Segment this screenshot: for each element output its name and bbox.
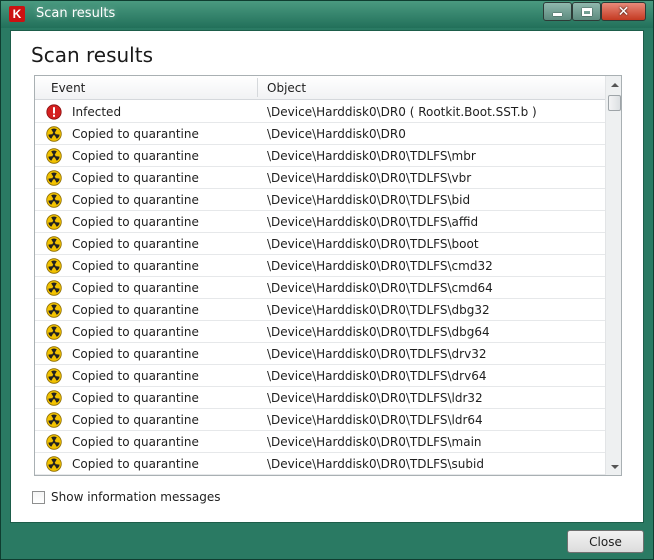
table-body: Infected \Device\Harddisk0\DR0 ( Rootkit.…: [35, 101, 605, 475]
object-cell: \Device\Harddisk0\DR0\TDLFS\affid: [267, 215, 479, 229]
object-cell: \Device\Harddisk0\DR0\TDLFS\mbr: [267, 149, 476, 163]
event-cell: Copied to quarantine: [72, 149, 199, 163]
table-row[interactable]: Copied to quarantine \Device\Harddisk0\DR…: [35, 431, 605, 453]
table-row[interactable]: Copied to quarantine \Device\Harddisk0\DR…: [35, 233, 605, 255]
infected-icon: [46, 104, 62, 120]
event-cell: Copied to quarantine: [72, 413, 199, 427]
quarantine-icon: [46, 280, 62, 296]
quarantine-icon: [46, 236, 62, 252]
table-row[interactable]: Copied to quarantine \Device\Harddisk0\DR…: [35, 123, 605, 145]
page-title: Scan results: [31, 43, 153, 67]
object-cell: \Device\Harddisk0\DR0\TDLFS\cmd64: [267, 281, 493, 295]
event-cell: Copied to quarantine: [72, 215, 199, 229]
column-header-object[interactable]: Object: [267, 81, 306, 95]
table-row[interactable]: Infected \Device\Harddisk0\DR0 ( Rootkit.…: [35, 101, 605, 123]
kaspersky-app-icon: K: [9, 6, 25, 22]
quarantine-icon: [46, 346, 62, 362]
object-cell: \Device\Harddisk0\DR0\TDLFS\subid: [267, 457, 484, 471]
table-row[interactable]: Copied to quarantine \Device\Harddisk0\DR…: [35, 255, 605, 277]
object-cell: \Device\Harddisk0\DR0 ( Rootkit.Boot.SST…: [267, 105, 537, 119]
object-cell: \Device\Harddisk0\DR0\TDLFS\drv64: [267, 369, 487, 383]
quarantine-icon: [46, 192, 62, 208]
show-info-label[interactable]: Show information messages: [51, 490, 220, 504]
quarantine-icon: [46, 302, 62, 318]
maximize-button[interactable]: [572, 2, 601, 21]
table-row[interactable]: Copied to quarantine \Device\Harddisk0\DR…: [35, 211, 605, 233]
close-button[interactable]: Close: [567, 530, 644, 553]
event-cell: Copied to quarantine: [72, 193, 199, 207]
quarantine-icon: [46, 412, 62, 428]
event-cell: Copied to quarantine: [72, 435, 199, 449]
quarantine-icon: [46, 258, 62, 274]
scrollbar-thumb[interactable]: [608, 95, 621, 111]
table-row[interactable]: Copied to quarantine \Device\Harddisk0\DR…: [35, 321, 605, 343]
table-row[interactable]: Copied to quarantine \Device\Harddisk0\DR…: [35, 365, 605, 387]
quarantine-icon: [46, 214, 62, 230]
event-cell: Copied to quarantine: [72, 127, 199, 141]
column-separator[interactable]: [257, 78, 258, 97]
quarantine-icon: [46, 390, 62, 406]
event-cell: Copied to quarantine: [72, 369, 199, 383]
quarantine-icon: [46, 170, 62, 186]
vertical-scrollbar[interactable]: [605, 76, 621, 475]
event-cell: Copied to quarantine: [72, 281, 199, 295]
object-cell: \Device\Harddisk0\DR0\TDLFS\main: [267, 435, 482, 449]
title-bar[interactable]: K Scan results ✕: [1, 1, 653, 28]
table-row[interactable]: Copied to quarantine \Device\Harddisk0\DR…: [35, 453, 605, 475]
event-cell: Copied to quarantine: [72, 171, 199, 185]
event-cell: Copied to quarantine: [72, 237, 199, 251]
table-row[interactable]: Copied to quarantine \Device\Harddisk0\DR…: [35, 387, 605, 409]
table-row[interactable]: Copied to quarantine \Device\Harddisk0\DR…: [35, 299, 605, 321]
object-cell: \Device\Harddisk0\DR0\TDLFS\dbg32: [267, 303, 490, 317]
table-row[interactable]: Copied to quarantine \Device\Harddisk0\DR…: [35, 189, 605, 211]
maximize-icon: [581, 7, 592, 16]
column-header-event[interactable]: Event: [51, 81, 85, 95]
arrow-up-icon: [610, 82, 619, 87]
object-cell: \Device\Harddisk0\DR0\TDLFS\dbg64: [267, 325, 490, 339]
scroll-down-button[interactable]: [606, 458, 621, 475]
quarantine-icon: [46, 148, 62, 164]
object-cell: \Device\Harddisk0\DR0\TDLFS\vbr: [267, 171, 472, 185]
window-title: Scan results: [36, 6, 116, 21]
event-cell: Copied to quarantine: [72, 303, 199, 317]
quarantine-icon: [46, 324, 62, 340]
object-cell: \Device\Harddisk0\DR0\TDLFS\boot: [267, 237, 479, 251]
table-row[interactable]: Copied to quarantine \Device\Harddisk0\DR…: [35, 343, 605, 365]
scroll-up-button[interactable]: [606, 76, 621, 93]
scan-results-window: K Scan results ✕ Scan results Event Obje…: [0, 0, 654, 560]
minimize-icon: [553, 13, 562, 16]
event-cell: Copied to quarantine: [72, 391, 199, 405]
content-panel: Scan results Event Object Infected \Devic…: [10, 30, 644, 523]
event-cell: Infected: [72, 105, 122, 119]
minimize-button[interactable]: [543, 2, 572, 21]
event-cell: Copied to quarantine: [72, 259, 199, 273]
table-row[interactable]: Copied to quarantine \Device\Harddisk0\DR…: [35, 277, 605, 299]
table-row[interactable]: Copied to quarantine \Device\Harddisk0\DR…: [35, 145, 605, 167]
quarantine-icon: [46, 456, 62, 472]
table-row[interactable]: Copied to quarantine \Device\Harddisk0\DR…: [35, 167, 605, 189]
table-header: Event Object: [35, 76, 605, 100]
table-row[interactable]: Copied to quarantine \Device\Harddisk0\DR…: [35, 409, 605, 431]
close-icon: ✕: [617, 3, 630, 20]
arrow-down-icon: [610, 464, 619, 469]
results-table: Event Object Infected \Device\Harddisk0\D…: [34, 75, 622, 476]
event-cell: Copied to quarantine: [72, 347, 199, 361]
object-cell: \Device\Harddisk0\DR0: [267, 127, 406, 141]
quarantine-icon: [46, 434, 62, 450]
show-info-checkbox[interactable]: [32, 491, 45, 504]
object-cell: \Device\Harddisk0\DR0\TDLFS\cmd32: [267, 259, 493, 273]
object-cell: \Device\Harddisk0\DR0\TDLFS\ldr64: [267, 413, 483, 427]
object-cell: \Device\Harddisk0\DR0\TDLFS\ldr32: [267, 391, 483, 405]
object-cell: \Device\Harddisk0\DR0\TDLFS\bid: [267, 193, 471, 207]
quarantine-icon: [46, 368, 62, 384]
event-cell: Copied to quarantine: [72, 325, 199, 339]
window-close-button[interactable]: ✕: [601, 2, 646, 21]
event-cell: Copied to quarantine: [72, 457, 199, 471]
quarantine-icon: [46, 126, 62, 142]
object-cell: \Device\Harddisk0\DR0\TDLFS\drv32: [267, 347, 487, 361]
